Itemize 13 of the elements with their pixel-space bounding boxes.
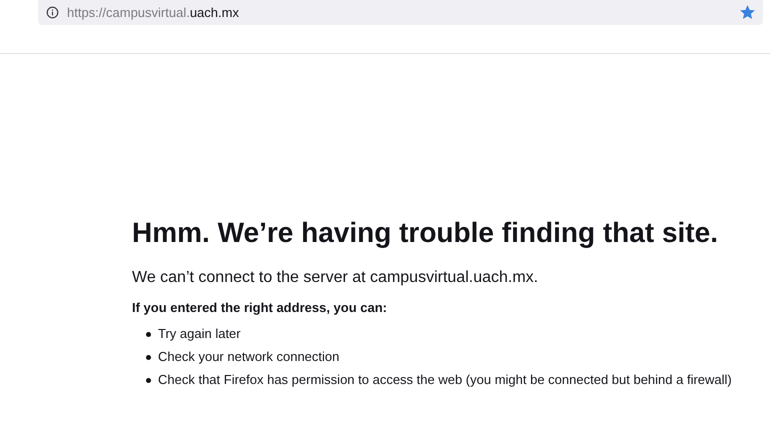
suggestion-text: Check your network connection: [158, 348, 340, 366]
bookmark-star-icon[interactable]: [740, 5, 755, 20]
suggestion-text: Try again later: [158, 325, 241, 343]
suggestion-text: Check that Firefox has permission to access the web (you might be connected but behind a firewall): [158, 371, 732, 389]
bullet-icon: [146, 354, 151, 360]
url-text: https://campusvirtual.uach.mx: [67, 4, 239, 22]
bullet-icon: [146, 332, 151, 336]
error-message: We can’t connect to the server at campusvirtual.uach.mx.: [132, 268, 540, 288]
info-icon[interactable]: [46, 6, 59, 19]
address-bar[interactable]: https://campusvirtual.uach.mx: [38, 0, 763, 25]
error-title: Hmm. We’re having trouble finding that site.: [132, 216, 719, 250]
suggestions-heading: If you entered the right address, you can:: [132, 299, 388, 317]
bullet-icon: [146, 378, 151, 382]
